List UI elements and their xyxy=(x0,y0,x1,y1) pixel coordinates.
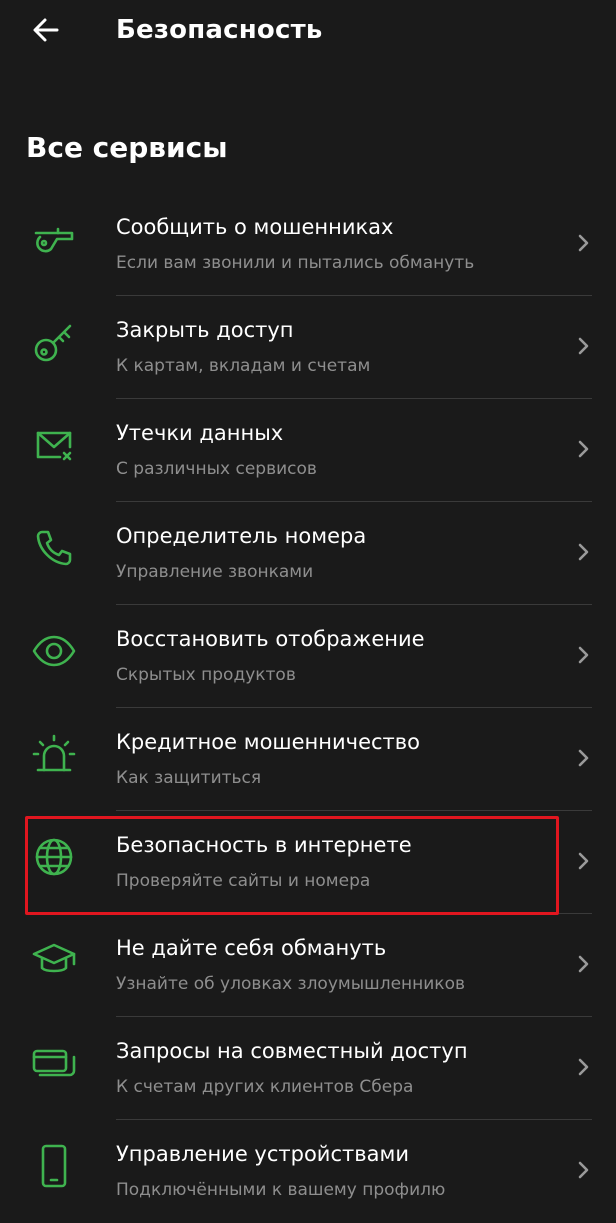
item-subtitle: Узнайте об уловках злоумышленников xyxy=(116,974,465,994)
section-title: Все сервисы xyxy=(26,131,228,164)
chevron-right-icon xyxy=(574,231,594,255)
envelope-alert-icon xyxy=(30,421,78,469)
item-subtitle: С различных сервисов xyxy=(116,459,317,479)
item-subtitle: Скрытых продуктов xyxy=(116,665,296,685)
chevron-right-icon xyxy=(574,437,594,461)
chevron-right-icon xyxy=(574,540,594,564)
services-list: Сообщить о мошенниках Если вам звонили и… xyxy=(0,193,616,1223)
item-title: Управление устройствами xyxy=(116,1142,409,1166)
chevron-right-icon xyxy=(574,1158,594,1182)
smartphone-icon xyxy=(30,1142,78,1190)
item-subtitle: Проверяйте сайты и номера xyxy=(116,871,371,891)
service-item-shared-access[interactable]: Запросы на совместный доступ К счетам др… xyxy=(0,1017,616,1120)
service-item-dont-be-fooled[interactable]: Не дайте себя обмануть Узнайте об уловка… xyxy=(0,914,616,1017)
service-item-internet-security[interactable]: Безопасность в интернете Проверяйте сайт… xyxy=(0,811,616,914)
chevron-right-icon xyxy=(574,952,594,976)
item-subtitle: К картам, вкладам и счетам xyxy=(116,356,371,376)
item-title: Утечки данных xyxy=(116,421,284,445)
item-subtitle: Если вам звонили и пытались обмануть xyxy=(116,253,475,273)
arrow-left-icon xyxy=(32,16,60,44)
key-icon xyxy=(30,318,78,366)
back-button[interactable] xyxy=(28,12,64,48)
item-title: Безопасность в интернете xyxy=(116,833,412,857)
page-title: Безопасность xyxy=(116,15,323,45)
whistle-icon xyxy=(30,215,78,263)
item-title: Не дайте себя обмануть xyxy=(116,936,387,960)
item-title: Запросы на совместный доступ xyxy=(116,1039,468,1063)
service-item-data-leaks[interactable]: Утечки данных С различных сервисов xyxy=(0,399,616,502)
item-title: Определитель номера xyxy=(116,524,367,548)
item-subtitle: Как защититься xyxy=(116,768,262,788)
item-title: Восстановить отображение xyxy=(116,627,425,651)
graduation-cap-icon xyxy=(30,936,78,984)
service-item-restore-display[interactable]: Восстановить отображение Скрытых продукт… xyxy=(0,605,616,708)
service-item-credit-fraud[interactable]: Кредитное мошенничество Как защититься xyxy=(0,708,616,811)
item-subtitle: Управление звонками xyxy=(116,562,314,582)
chevron-right-icon xyxy=(574,746,594,770)
service-item-caller-id[interactable]: Определитель номера Управление звонками xyxy=(0,502,616,605)
phone-icon xyxy=(30,524,78,572)
item-subtitle: К счетам других клиентов Сбера xyxy=(116,1077,414,1097)
cards-icon xyxy=(30,1039,78,1087)
item-subtitle: Подключёнными к вашему профилю xyxy=(116,1180,446,1200)
item-title: Сообщить о мошенниках xyxy=(116,215,394,239)
globe-icon xyxy=(30,833,78,881)
chevron-right-icon xyxy=(574,1055,594,1079)
service-item-device-management[interactable]: Управление устройствами Подключёнными к … xyxy=(0,1120,616,1223)
service-item-block-access[interactable]: Закрыть доступ К картам, вкладам и счета… xyxy=(0,296,616,399)
item-title: Кредитное мошенничество xyxy=(116,730,420,754)
service-item-report-fraud[interactable]: Сообщить о мошенниках Если вам звонили и… xyxy=(0,193,616,296)
item-title: Закрыть доступ xyxy=(116,318,294,342)
chevron-right-icon xyxy=(574,334,594,358)
chevron-right-icon xyxy=(574,643,594,667)
app-header: Безопасность xyxy=(0,0,616,64)
siren-icon xyxy=(30,730,78,778)
chevron-right-icon xyxy=(574,849,594,873)
eye-icon xyxy=(30,627,78,675)
